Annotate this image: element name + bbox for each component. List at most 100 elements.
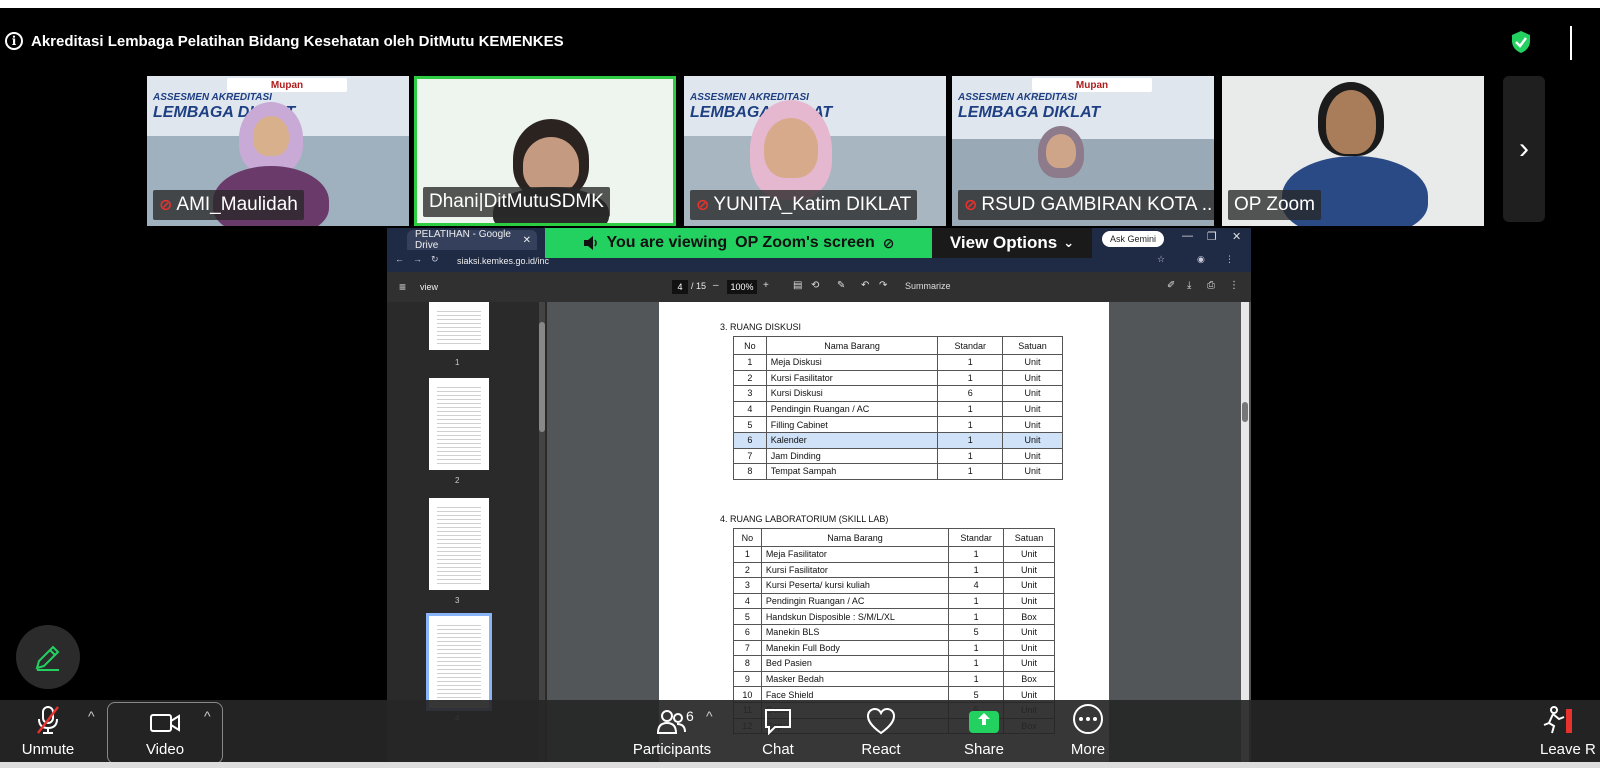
browser-tab[interactable]: PELATIHAN - Google Drive ✕: [407, 229, 537, 251]
table-cell: 1: [948, 546, 1005, 563]
page-thumbnail[interactable]: [429, 302, 489, 350]
undo-icon[interactable]: ↶: [861, 280, 869, 291]
table-header-cell: Standar: [948, 528, 1005, 547]
video-tile-dhani-ditmutusdmk[interactable]: Dhani|DitMutuSDMK: [414, 76, 676, 226]
table-cell: Unit: [1003, 623, 1055, 641]
redo-icon[interactable]: ↷: [879, 280, 887, 291]
table-row: 3 Kursi Diskusi 6 Unit: [733, 385, 1063, 402]
participant-video-strip: Mupan ASSESMEN AKREDITASI LEMBAGA DIKLAT …: [0, 76, 1600, 226]
table-cell: 1: [937, 369, 1004, 387]
bookmark-star-icon[interactable]: ☆: [1157, 254, 1165, 265]
table-cell: 6: [937, 385, 1004, 402]
table-cell: Meja Diskusi: [765, 354, 939, 371]
annotate-pencil-button[interactable]: [16, 625, 80, 689]
forward-icon[interactable]: →: [413, 254, 422, 264]
page-total: / 15: [691, 281, 707, 291]
title-divider: [1570, 26, 1572, 60]
thumbnail-label: 3: [455, 596, 460, 605]
participants-icon: [657, 710, 686, 734]
chat-button[interactable]: Chat: [748, 700, 808, 764]
table-cell: 1: [948, 655, 1005, 672]
share-button[interactable]: Share: [954, 700, 1014, 764]
annotate-icon[interactable]: ✐: [1167, 280, 1175, 291]
page-thumbnail[interactable]: [429, 378, 489, 470]
ruang-diskusi-table: No Nama Barang Standar Satuan 1 Meja Diskusi 1…: [733, 336, 1063, 480]
address-bar[interactable]: siaksi.kemkes.go.id/inc: [457, 253, 549, 269]
thumbnail-label: 2: [455, 476, 460, 485]
document-scrollbar[interactable]: [1241, 302, 1249, 768]
video-tile-rsud-gambiran[interactable]: Mupan ASSESMEN AKREDITASI LEMBAGA DIKLAT …: [952, 76, 1214, 226]
reload-icon[interactable]: ↻: [431, 254, 439, 265]
section-title: 3. RUANG DISKUSI: [720, 322, 802, 332]
thumbnail-scrollbar[interactable]: [539, 302, 545, 768]
table-cell: Unit: [1003, 561, 1055, 579]
participants-button[interactable]: Participants: [626, 700, 718, 764]
table-cell: Kursi Fasilitator: [760, 561, 950, 579]
zoom-out-icon[interactable]: –: [713, 280, 719, 291]
react-button[interactable]: React: [850, 700, 912, 764]
page-thumbnail[interactable]: [429, 498, 489, 590]
summarize-button[interactable]: Summarize: [905, 281, 951, 291]
participant-nameplate: ⊘ AMI_Maulidah: [153, 190, 304, 220]
table-cell: Manekin BLS: [760, 623, 950, 641]
audio-options-caret-icon[interactable]: ^: [88, 708, 95, 724]
more-button[interactable]: More: [1058, 700, 1118, 764]
table-cell: Unit: [1002, 416, 1063, 433]
table-row: 8 Tempat Sampah 1 Unit: [733, 463, 1063, 480]
video-button[interactable]: Video: [130, 700, 200, 764]
video-options-caret-icon[interactable]: ^: [204, 708, 211, 724]
table-cell: 4: [733, 400, 767, 418]
back-icon[interactable]: ←: [395, 254, 404, 264]
zoom-level[interactable]: 100%: [727, 280, 757, 294]
muted-mic-icon: ⊘: [882, 234, 895, 251]
fit-page-icon[interactable]: ▤: [793, 280, 802, 291]
window-bottom-edge: [0, 762, 1600, 768]
table-cell: Unit: [1003, 577, 1055, 594]
view-options-button[interactable]: View Options ⌄: [932, 228, 1092, 258]
page-thumbnail-selected[interactable]: [426, 613, 492, 711]
table-cell: 1: [733, 354, 767, 371]
page-number-input[interactable]: 4: [672, 280, 688, 294]
rotate-icon[interactable]: ⟲: [811, 280, 819, 291]
pdf-toolbar: ≡ view 4 / 15 – 100% + ▤ ⟲ ✎ ↶ ↷ Summari…: [387, 272, 1251, 302]
more-options-icon[interactable]: ⋮: [1229, 280, 1239, 291]
table-cell: Jam Dinding: [765, 447, 939, 465]
table-cell: Meja Fasilitator: [760, 546, 950, 563]
table-cell: 1: [948, 592, 1005, 610]
muted-mic-icon: ⊘: [964, 197, 978, 214]
table-cell: Manekin Full Body: [760, 639, 950, 657]
participants-caret-icon[interactable]: ^: [706, 708, 713, 724]
window-top-edge: [0, 0, 1600, 8]
table-cell: 1: [733, 546, 762, 563]
viewing-name: OP Zoom's screen: [735, 234, 875, 251]
video-tile-yunita-katim-diklat[interactable]: ASSESMEN AKREDITASI LEMBAGA DIKLAT ⊘ YUNIT…: [684, 76, 946, 226]
table-cell: 7: [733, 639, 762, 657]
next-page-chevron-icon[interactable]: ›: [1503, 76, 1545, 222]
minimize-icon[interactable]: —: [1182, 230, 1193, 242]
ask-gemini-button[interactable]: Ask Gemini: [1102, 231, 1164, 247]
hamburger-menu-icon[interactable]: ≡: [399, 280, 406, 294]
close-tab-icon[interactable]: ✕: [523, 235, 531, 246]
video-tile-op-zoom[interactable]: OP Zoom: [1222, 76, 1484, 226]
maximize-icon[interactable]: ❐: [1207, 230, 1217, 243]
profile-icon[interactable]: ◉: [1197, 254, 1205, 265]
banner-logo: Mupan: [1032, 78, 1152, 92]
table-cell: 3: [733, 385, 767, 402]
info-icon[interactable]: i: [5, 32, 23, 50]
print-icon[interactable]: ⎙: [1207, 280, 1215, 291]
leave-button[interactable]: Leave R: [1540, 700, 1600, 764]
meeting-title: Akreditasi Lembaga Pelatihan Bidang Kese…: [31, 32, 564, 50]
download-icon[interactable]: ⤓: [1187, 280, 1191, 291]
video-tile-ami-maulidah[interactable]: Mupan ASSESMEN AKREDITASI LEMBAGA DIKLAT …: [147, 76, 409, 226]
zoom-in-icon[interactable]: +: [763, 280, 769, 291]
thumbnail-label: 1: [455, 358, 460, 367]
participant-nameplate: ⊘ RSUD GAMBIRAN KOTA ...: [958, 190, 1214, 220]
table-cell: Unit: [1003, 655, 1055, 672]
table-cell: 1: [937, 431, 1004, 449]
table-cell: Kursi Fasilitator: [765, 369, 939, 387]
browser-menu-icon[interactable]: ⋮: [1225, 254, 1234, 265]
close-window-icon[interactable]: ✕: [1232, 230, 1241, 243]
draw-icon[interactable]: ✎: [837, 280, 845, 291]
unmute-button[interactable]: Unmute: [14, 700, 82, 764]
encryption-shield-icon[interactable]: [1510, 30, 1532, 54]
